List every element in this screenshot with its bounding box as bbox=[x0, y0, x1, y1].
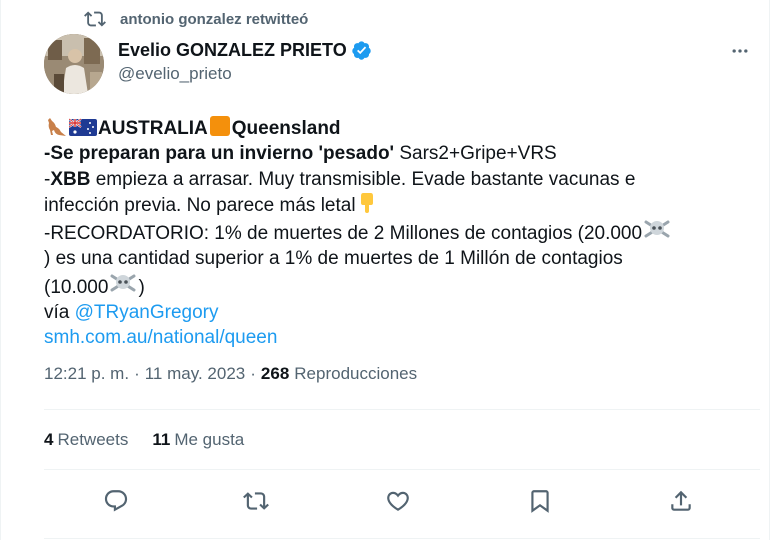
more-options-icon bbox=[732, 49, 748, 53]
retweets-count: 4 bbox=[44, 430, 54, 449]
tweet-line-7-end: ) bbox=[138, 276, 145, 298]
author-block: Evelio GONZALEZ PRIETO @evelio_prieto bbox=[118, 38, 372, 84]
pointing-down-emoji-icon bbox=[360, 192, 373, 213]
retweeted-by-bar[interactable]: antonio gonzalez retwitteó bbox=[84, 8, 308, 30]
tweet-line-6: ) es una cantidad superior a 1% de muert… bbox=[44, 246, 760, 271]
likes-count: 11 bbox=[152, 430, 171, 449]
tweet-line-2-rest: Sars2+Gripe+VRS bbox=[394, 143, 557, 165]
australia-flag-icon bbox=[69, 118, 97, 136]
tweet-line-2-bold: -Se preparan para un invierno 'pesado' bbox=[44, 143, 395, 165]
via-prefix: vía bbox=[44, 302, 75, 324]
orange-square-icon bbox=[209, 116, 230, 136]
reply-icon[interactable] bbox=[103, 488, 129, 514]
title-region: Queensland bbox=[231, 118, 341, 139]
title-country: AUSTRALIA bbox=[98, 118, 208, 139]
mention-link[interactable]: @TRyanGregory bbox=[75, 302, 219, 323]
tweet-line-5-text: -RECORDATORIO: 1% de muertes de 2 Millon… bbox=[44, 223, 643, 245]
share-icon[interactable] bbox=[668, 488, 694, 514]
likes-stat[interactable]: 11 Me gusta bbox=[152, 430, 244, 450]
tweet-stats: 4 Retweets 11 Me gusta bbox=[44, 430, 244, 450]
meta-separator: · bbox=[134, 364, 140, 383]
skull-crossbones-icon bbox=[110, 274, 136, 292]
tweet-line-2: -Se preparan para un invierno 'pesado' S… bbox=[44, 141, 760, 166]
more-options-button[interactable] bbox=[724, 38, 756, 64]
retweet-icon[interactable] bbox=[243, 488, 269, 514]
tweet-line-3: -XBB empieza a arrasar. Muy transmisible… bbox=[44, 167, 760, 192]
avatar[interactable] bbox=[44, 34, 104, 94]
tweet-line-9: smh.com.au/national/queen bbox=[44, 325, 760, 350]
url-link[interactable]: smh.com.au/national/queen bbox=[44, 327, 277, 348]
like-icon[interactable] bbox=[385, 488, 411, 514]
meta-separator: · bbox=[250, 364, 256, 383]
retweets-stat[interactable]: 4 Retweets bbox=[44, 430, 128, 450]
views-label: Reproducciones bbox=[294, 364, 418, 383]
tweet-line-4-text: infección previa. No parece más letal bbox=[44, 194, 356, 216]
skull-crossbones-icon bbox=[644, 220, 670, 238]
views-count: 268 bbox=[260, 364, 290, 383]
likes-label: Me gusta bbox=[174, 430, 245, 449]
tweet-line-3-rest: empieza a arrasar. Muy transmisible. Eva… bbox=[90, 168, 636, 190]
tweet-line-7-text: (10.000 bbox=[44, 276, 109, 298]
tweet-line-5: -RECORDATORIO: 1% de muertes de 2 Millon… bbox=[44, 218, 760, 246]
tweet-meta: 12:21 p. m. · 11 may. 2023 · 268 Reprodu… bbox=[44, 364, 417, 384]
tweet-line-6-text: ) es una cantidad superior a 1% de muert… bbox=[44, 248, 623, 270]
tweet-line-3-bold: XBB bbox=[50, 168, 91, 190]
verified-badge-icon[interactable] bbox=[351, 40, 372, 61]
tweet-line-4: infección previa. No parece más letal bbox=[44, 192, 760, 218]
divider bbox=[44, 469, 760, 470]
divider bbox=[44, 409, 760, 410]
bookmark-icon[interactable] bbox=[527, 488, 553, 514]
tweet-date[interactable]: 11 may. 2023 bbox=[145, 364, 246, 384]
tweet-line-8: vía @TRyanGregory bbox=[44, 300, 760, 325]
retweeted-by-text[interactable]: antonio gonzalez retwitteó bbox=[120, 11, 308, 28]
tweet-line-1: AUSTRALIA Queensland bbox=[44, 115, 760, 141]
author-handle[interactable]: @evelio_prieto bbox=[118, 64, 372, 84]
tweet-time[interactable]: 12:21 p. m. bbox=[44, 364, 129, 384]
avatar-photo bbox=[44, 34, 104, 94]
retweet-icon bbox=[84, 11, 106, 27]
tweet-line-7: (10.000 ) bbox=[44, 272, 760, 300]
tweet-text: AUSTRALIA Queensland -Se preparan para u… bbox=[44, 115, 760, 351]
kangaroo-emoji-icon bbox=[48, 118, 66, 136]
divider bbox=[44, 538, 760, 539]
action-bar bbox=[44, 476, 760, 526]
author-name[interactable]: Evelio GONZALEZ PRIETO bbox=[118, 40, 347, 61]
retweets-label: Retweets bbox=[57, 430, 129, 449]
